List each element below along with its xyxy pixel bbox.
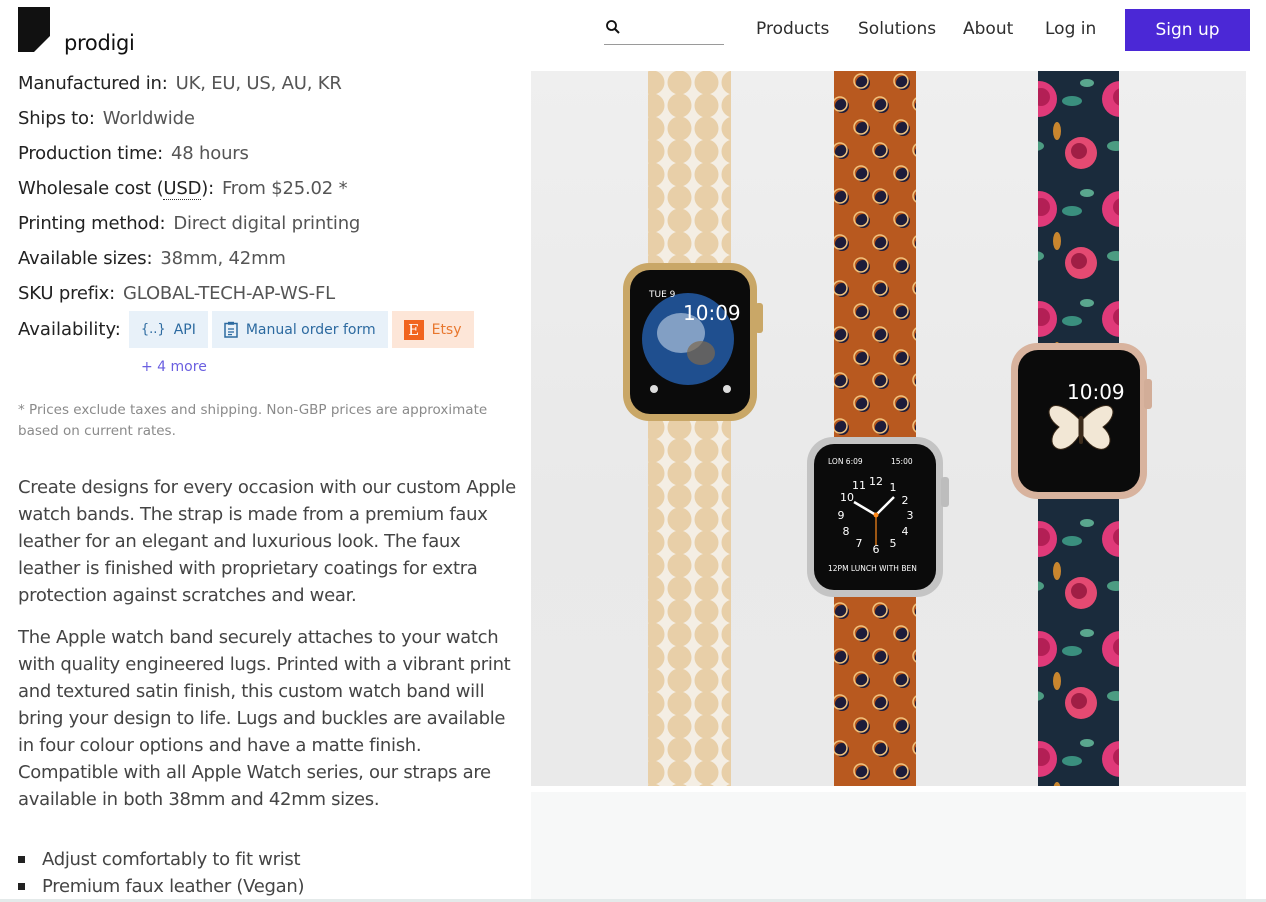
prodigi-logo[interactable]: prodigi — [18, 7, 135, 55]
spec-value: 38mm, 42mm — [160, 248, 286, 269]
watch3-time: 10:09 — [1067, 380, 1125, 404]
spec-value: GLOBAL-TECH-AP-WS-FL — [123, 283, 335, 304]
usd-abbreviation[interactable]: USD — [163, 178, 201, 200]
chip-label: Manual order form — [245, 321, 376, 338]
spec-production-time: Production time: 48 hours — [18, 136, 518, 171]
spec-label-suffix: ): — [201, 178, 214, 199]
dial-numeral: 11 — [852, 479, 866, 492]
product-image[interactable]: TUE 9 10:09 LON 6:09 15:00 12PM LUNCH WI… — [531, 71, 1246, 786]
spec-printing-method: Printing method: Direct digital printing — [18, 206, 518, 241]
dial-numeral: 2 — [902, 494, 909, 507]
api-braces-icon: {..} — [140, 322, 166, 337]
dial-numeral: 12 — [869, 475, 883, 488]
dial-numeral: 9 — [838, 509, 845, 522]
feature-item: Premium faux leather (Vegan) — [18, 873, 305, 900]
dial-numeral: 3 — [907, 509, 914, 522]
watch1-time: 10:09 — [683, 301, 741, 325]
product-specs: Manufactured in: UK, EU, US, AU, KR Ship… — [18, 66, 518, 311]
spec-label: Manufactured in: — [18, 73, 168, 94]
etsy-channel-chip[interactable]: E Etsy — [391, 311, 474, 348]
spec-ships-to: Ships to: Worldwide — [18, 101, 518, 136]
dial-numeral: 5 — [890, 537, 897, 550]
spec-value: From $25.02 * — [221, 178, 348, 199]
description-paragraph: The Apple watch band securely attaches t… — [18, 627, 511, 810]
watch2-top-left: LON 6:09 — [828, 457, 863, 466]
search-input[interactable] — [604, 17, 724, 45]
price-footnote: * Prices exclude taxes and shipping. Non… — [18, 402, 488, 439]
spec-wholesale-cost: Wholesale cost (USD): From $25.02 * — [18, 171, 518, 206]
dial-numeral: 10 — [840, 491, 854, 504]
api-channel-chip[interactable]: {..} API — [128, 311, 208, 348]
dial-numeral: 1 — [890, 481, 897, 494]
sign-up-button[interactable]: Sign up — [1125, 9, 1250, 51]
spec-manufactured-in: Manufactured in: UK, EU, US, AU, KR — [18, 66, 518, 101]
spec-label: Production time: — [18, 143, 164, 164]
dial-numeral: 7 — [856, 537, 863, 550]
spec-value: 48 hours — [171, 143, 249, 164]
prodigi-logo-mark — [18, 7, 50, 52]
etsy-logo-icon: E — [403, 319, 424, 340]
top-navigation-bar: prodigi Products Solutions About Log in … — [0, 0, 1266, 66]
nav-about[interactable]: About — [963, 19, 1013, 39]
spec-value: Worldwide — [102, 108, 195, 129]
chip-label: Etsy — [431, 321, 462, 338]
spec-sku-prefix: SKU prefix: GLOBAL-TECH-AP-WS-FL — [18, 276, 518, 311]
spec-label-prefix: Wholesale cost ( — [18, 178, 164, 199]
dial-numeral: 4 — [902, 525, 909, 538]
availability-row: Availability: {..} API Manual order form… — [18, 311, 478, 348]
nav-products[interactable]: Products — [756, 19, 829, 39]
search-icon[interactable] — [605, 19, 621, 35]
watch-bands-illustration: TUE 9 10:09 LON 6:09 15:00 12PM LUNCH WI… — [623, 71, 1152, 786]
manual-order-form-chip[interactable]: Manual order form — [211, 311, 388, 348]
secondary-product-image[interactable] — [531, 792, 1246, 902]
spec-label: Wholesale cost (USD): — [18, 178, 214, 200]
show-more-channels-link[interactable]: + 4 more — [141, 359, 207, 375]
nav-solutions[interactable]: Solutions — [858, 19, 936, 39]
feature-list: Adjust comfortably to fit wrist Premium … — [18, 846, 305, 900]
spec-label: Ships to: — [18, 108, 95, 129]
spec-available-sizes: Available sizes: 38mm, 42mm — [18, 241, 518, 276]
availability-label: Availability: — [18, 319, 121, 340]
spec-label: Available sizes: — [18, 248, 153, 269]
nav-log-in[interactable]: Log in — [1045, 19, 1096, 39]
spec-value: UK, EU, US, AU, KR — [175, 73, 342, 94]
feature-item: Adjust comfortably to fit wrist — [18, 846, 304, 873]
watch2-top-right: 15:00 — [891, 457, 913, 466]
watch2-event: 12PM LUNCH WITH BEN — [828, 564, 917, 573]
watch1-date: TUE 9 — [648, 290, 676, 300]
dial-numeral: 8 — [843, 525, 850, 538]
spec-value: Direct digital printing — [173, 213, 361, 234]
spec-label: Printing method: — [18, 213, 166, 234]
spec-label: SKU prefix: — [18, 283, 116, 304]
logo-text: prodigi — [64, 31, 135, 55]
chip-label: API — [173, 321, 196, 338]
description-paragraph: Create designs for every occasion with o… — [18, 477, 516, 606]
clipboard-icon — [224, 321, 238, 338]
